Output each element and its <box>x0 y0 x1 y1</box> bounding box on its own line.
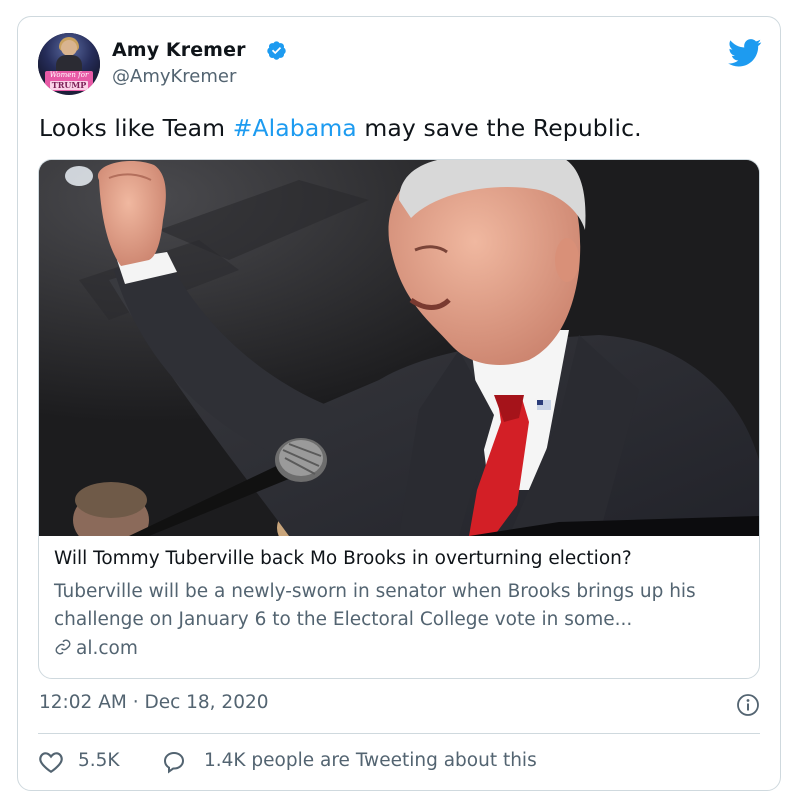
twitter-bird-icon[interactable] <box>728 39 762 67</box>
tweet-text-before: Looks like Team <box>39 114 233 142</box>
verified-badge-icon <box>267 41 286 60</box>
info-icon[interactable] <box>736 693 760 717</box>
link-preview-description: Tuberville will be a newly-sworn in sena… <box>54 581 696 630</box>
link-preview-card[interactable]: Will Tommy Tuberville back Mo Brooks in … <box>38 159 760 679</box>
avatar-face <box>61 40 77 56</box>
link-icon <box>55 639 71 655</box>
avatar[interactable]: Women for TRUMP <box>38 33 100 95</box>
link-preview-title[interactable]: Will Tommy Tuberville back Mo Brooks in … <box>54 548 632 569</box>
avatar-sign-line1: Women for <box>49 71 89 79</box>
hashtag-link[interactable]: #Alabama <box>233 114 357 142</box>
tweet-card: Women for TRUMP Amy Kremer @AmyKremer Lo… <box>17 16 781 791</box>
heart-icon[interactable] <box>38 750 64 774</box>
reply-bubble-icon[interactable] <box>162 750 186 774</box>
like-count[interactable]: 5.5K <box>78 750 120 771</box>
author-handle[interactable]: @AmyKremer <box>112 66 236 87</box>
tweet-text-after: may save the Republic. <box>356 114 642 142</box>
tweet-text: Looks like Team #Alabama may save the Re… <box>39 114 642 142</box>
divider <box>38 733 760 734</box>
author-name[interactable]: Amy Kremer <box>112 39 246 61</box>
link-preview-image <box>39 160 759 536</box>
tweeting-about-this-link[interactable]: 1.4K people are Tweeting about this <box>204 750 537 771</box>
link-preview-domain[interactable]: al.com <box>54 638 138 659</box>
tweet-timestamp[interactable]: 12:02 AM · Dec 18, 2020 <box>39 692 269 713</box>
avatar-sign: Women for TRUMP <box>45 71 93 91</box>
link-domain-text: al.com <box>76 638 138 659</box>
avatar-sign-line2: TRUMP <box>50 80 88 90</box>
